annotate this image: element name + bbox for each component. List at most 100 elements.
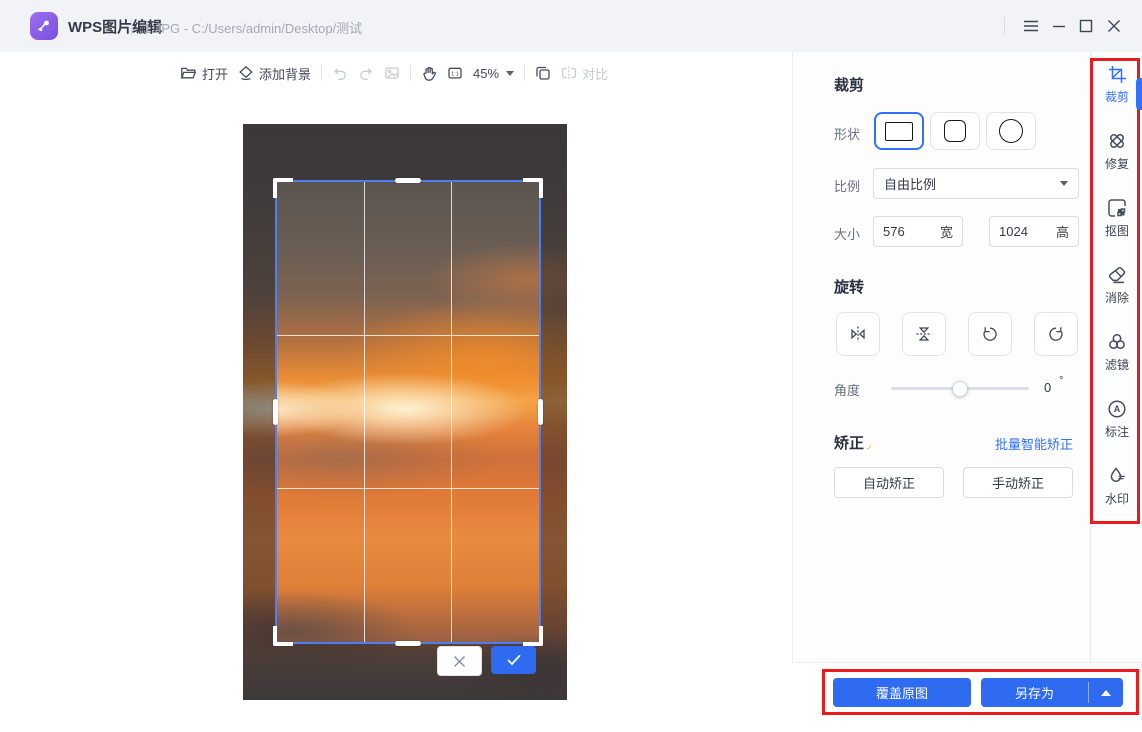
undo-button[interactable] xyxy=(332,65,348,81)
grid-line-vertical xyxy=(451,182,452,642)
close-icon[interactable] xyxy=(1104,17,1124,35)
width-input[interactable] xyxy=(883,224,940,239)
close-icon xyxy=(453,655,466,668)
check-icon xyxy=(507,654,521,666)
grid-line-horizontal xyxy=(277,335,539,336)
sidebar-item-filter[interactable]: 滤镜 xyxy=(1091,332,1142,388)
rectangle-icon xyxy=(885,122,913,141)
crop-handle-top[interactable] xyxy=(395,178,421,183)
correction-title: 矫正◞ xyxy=(834,432,871,453)
redo-button[interactable] xyxy=(358,65,374,81)
flip-vertical-button[interactable] xyxy=(902,312,946,356)
height-unit: 高 xyxy=(1056,222,1069,241)
rotate-right-button[interactable] xyxy=(1034,312,1078,356)
canvas-toolbar: 打开 添加背景 1:1 45% xyxy=(180,58,608,88)
add-background-label: 添加背景 xyxy=(259,64,311,83)
copy-icon xyxy=(535,65,551,81)
crop-cancel-button[interactable] xyxy=(437,646,482,676)
save-as-button[interactable]: 另存为 xyxy=(981,678,1088,707)
annotate-icon: A xyxy=(1107,399,1127,419)
add-background-button[interactable]: 添加背景 xyxy=(238,64,311,83)
toolbar-divider xyxy=(321,65,322,81)
rotate-cw-icon xyxy=(1047,325,1065,343)
batch-smart-correction-link[interactable]: 批量智能矫正 xyxy=(995,434,1073,453)
action-bar: 覆盖原图 另存为 xyxy=(792,662,1142,732)
crop-handle-bottom[interactable] xyxy=(395,641,421,646)
circle-icon xyxy=(999,119,1023,143)
duplicate-button[interactable] xyxy=(535,65,551,81)
angle-value: 0 xyxy=(1044,380,1051,395)
size-label: 大小 xyxy=(834,224,860,243)
sidebar-item-annotate[interactable]: A 标注 xyxy=(1091,399,1142,455)
rotate-left-button[interactable] xyxy=(968,312,1012,356)
angle-slider[interactable] xyxy=(891,387,1029,390)
flip-horizontal-button[interactable] xyxy=(836,312,880,356)
angle-unit: ° xyxy=(1059,375,1063,387)
maximize-icon[interactable] xyxy=(1076,17,1096,35)
compare-icon xyxy=(561,65,577,81)
crop-handle-bottom-left[interactable] xyxy=(273,626,293,646)
height-input[interactable] xyxy=(999,224,1056,239)
sidebar-item-crop[interactable]: 裁剪 xyxy=(1091,64,1142,120)
filter-circles-icon xyxy=(1107,332,1127,352)
crop-confirm-button[interactable] xyxy=(491,646,536,674)
photo-sunset-clouds xyxy=(243,124,567,700)
overwrite-original-button[interactable]: 覆盖原图 xyxy=(833,678,971,707)
shape-rounded-button[interactable] xyxy=(930,112,980,150)
crop-handle-right[interactable] xyxy=(538,399,543,425)
flip-vertical-icon xyxy=(915,325,933,343)
window-controls-separator xyxy=(1004,17,1005,34)
wps-image-editor-window: WPS图片编辑 1.JPG - C:/Users/admin/Desktop/测… xyxy=(0,0,1142,732)
manual-correct-button[interactable]: 手动矫正 xyxy=(963,467,1073,498)
ratio-label: 比例 xyxy=(834,176,860,195)
pan-tool-button[interactable] xyxy=(421,65,437,81)
undo-icon xyxy=(332,65,348,81)
svg-text:1:1: 1:1 xyxy=(451,71,459,77)
save-as-dropdown-button[interactable] xyxy=(1089,678,1123,707)
auto-correct-button[interactable]: 自动矫正 xyxy=(834,467,944,498)
file-path: 1.JPG - C:/Users/admin/Desktop/测试 xyxy=(144,18,362,37)
grid-line-horizontal xyxy=(277,488,539,489)
cutout-icon xyxy=(1107,198,1127,218)
zoom-level-dropdown[interactable]: 45% xyxy=(473,66,514,81)
ratio-1-1-icon: 1:1 xyxy=(447,65,463,81)
width-field: 宽 xyxy=(873,216,963,247)
panel-title: 裁剪 xyxy=(834,74,864,95)
menu-icon[interactable] xyxy=(1021,17,1041,35)
angle-slider-thumb[interactable] xyxy=(952,381,968,397)
rounded-square-icon xyxy=(944,120,966,142)
shape-rectangle-button[interactable] xyxy=(874,112,924,150)
hand-icon xyxy=(421,65,437,81)
grid-line-vertical xyxy=(364,182,365,642)
bandage-icon xyxy=(1107,131,1127,151)
sidebar-item-remove[interactable]: 消除 xyxy=(1091,265,1142,321)
crop-handle-left[interactable] xyxy=(273,399,278,425)
crop-handle-top-right[interactable] xyxy=(523,178,543,198)
compare-button[interactable]: 对比 xyxy=(561,64,608,83)
actual-size-button[interactable]: 1:1 xyxy=(447,65,463,81)
sidebar-item-watermark[interactable]: 水印 xyxy=(1091,466,1142,522)
shape-circle-button[interactable] xyxy=(986,112,1036,150)
ratio-value: 自由比例 xyxy=(884,174,936,193)
ratio-dropdown[interactable]: 自由比例 xyxy=(873,168,1079,199)
rotate-title: 旋转 xyxy=(834,276,864,297)
insert-image-button[interactable] xyxy=(384,65,400,81)
open-button[interactable]: 打开 xyxy=(180,64,228,83)
minimize-icon[interactable] xyxy=(1049,17,1069,35)
chevron-down-icon xyxy=(1060,181,1068,186)
angle-label: 角度 xyxy=(834,380,860,399)
redo-icon xyxy=(358,65,374,81)
eraser-icon xyxy=(1107,265,1127,285)
add-background-icon xyxy=(238,65,254,81)
crop-handle-bottom-right[interactable] xyxy=(523,626,543,646)
correction-hint-icon: ◞ xyxy=(867,440,871,451)
sidebar-item-cutout[interactable]: 抠图 xyxy=(1091,198,1142,254)
crop-handle-top-left[interactable] xyxy=(273,178,293,198)
folder-open-icon xyxy=(180,65,197,81)
width-unit: 宽 xyxy=(940,222,953,241)
crop-selection-box[interactable] xyxy=(275,180,541,644)
titlebar-separator xyxy=(131,18,132,35)
compare-label: 对比 xyxy=(582,64,608,83)
sidebar-item-repair[interactable]: 修复 xyxy=(1091,131,1142,187)
save-as-button-group: 另存为 xyxy=(981,678,1123,707)
